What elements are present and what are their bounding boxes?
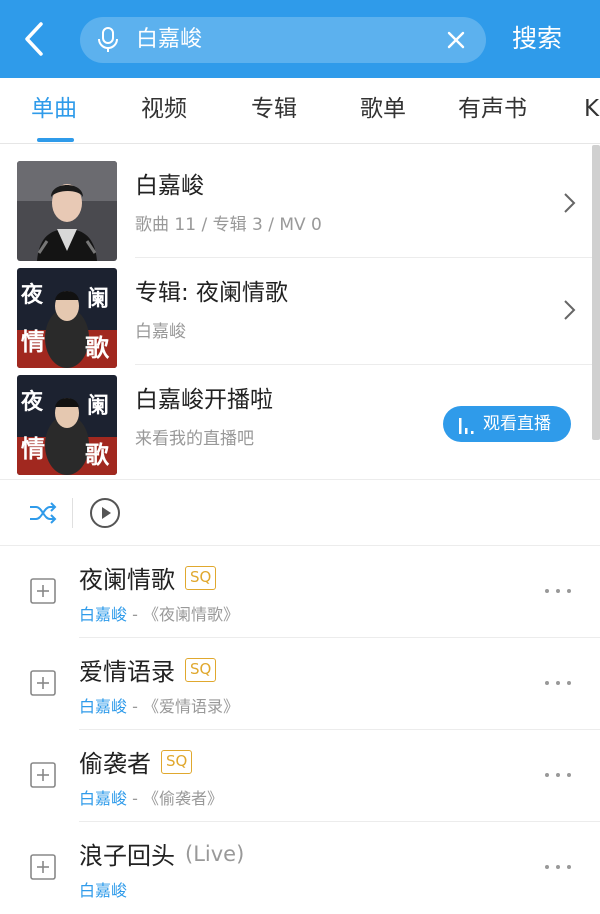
song-album: - 《偷袭者》	[127, 789, 223, 808]
more-options-icon[interactable]	[543, 584, 573, 598]
song-meta: 白嘉峻	[79, 877, 127, 901]
cover-char: 阑	[87, 393, 109, 419]
sq-badge: SQ	[161, 749, 193, 774]
divider	[72, 498, 73, 528]
live-cover: 夜 阑 情 歌	[17, 375, 117, 475]
song-album: - 《夜阑情歌》	[127, 605, 239, 624]
cover-char: 情	[21, 434, 45, 463]
live-subtitle: 来看我的直播吧	[135, 429, 254, 449]
add-song-icon[interactable]	[30, 670, 56, 696]
tab-playlists[interactable]: 歌单	[360, 78, 406, 144]
cover-char: 歌	[85, 333, 110, 362]
song-row[interactable]: 偷袭者 SQ 白嘉峻 - 《偷袭者》	[0, 730, 600, 822]
album-cover: 夜 阑 情 歌	[17, 268, 117, 368]
artist-name: 白嘉峻	[135, 173, 204, 199]
song-title: 浪子回头	[79, 842, 175, 870]
live-version-tag: (Live)	[185, 841, 245, 866]
album-title: 专辑: 夜阑情歌	[135, 280, 289, 306]
artist-stats: 歌曲 11 / 专辑 3 / MV 0	[135, 215, 322, 235]
live-bars-icon	[459, 418, 474, 434]
play-actions-bar	[0, 479, 600, 546]
live-result[interactable]: 夜 阑 情 歌 白嘉峻开播啦 来看我的直播吧 观看直播	[0, 366, 592, 475]
add-song-icon[interactable]	[30, 854, 56, 880]
more-options-icon[interactable]	[543, 860, 573, 874]
song-row[interactable]: 浪子回头 (Live) 白嘉峻	[0, 822, 600, 914]
tab-audiobooks[interactable]: 有声书	[458, 78, 527, 144]
album-result[interactable]: 夜 阑 情 歌 专辑: 夜阑情歌 白嘉峻	[0, 259, 592, 368]
voice-search-icon[interactable]	[94, 26, 122, 54]
header-bar: 搜索	[0, 0, 600, 78]
cover-char: 歌	[85, 440, 110, 469]
search-box[interactable]	[80, 17, 486, 63]
artist-avatar	[17, 161, 117, 261]
song-artist[interactable]: 白嘉峻	[79, 605, 127, 624]
live-title: 白嘉峻开播啦	[135, 387, 273, 413]
chevron-right-icon	[564, 193, 576, 213]
clear-search-icon[interactable]	[444, 28, 468, 52]
back-button[interactable]	[14, 18, 54, 60]
song-meta: 白嘉峻 - 《爱情语录》	[79, 693, 239, 717]
song-title-line: 浪子回头 (Live)	[79, 836, 244, 871]
add-song-icon[interactable]	[30, 762, 56, 788]
watch-live-button[interactable]: 观看直播	[443, 406, 571, 442]
song-title: 偷袭者	[79, 750, 151, 778]
song-title-line: 夜阑情歌 SQ	[79, 560, 217, 595]
category-tabs: 单曲 视频 专辑 歌单 有声书 K	[0, 78, 600, 144]
scrollbar[interactable]	[592, 145, 600, 440]
song-meta: 白嘉峻 - 《夜阑情歌》	[79, 601, 239, 625]
divider	[135, 257, 592, 258]
song-title-line: 爱情语录 SQ	[79, 652, 217, 687]
more-options-icon[interactable]	[543, 768, 573, 782]
song-title: 夜阑情歌	[79, 566, 175, 594]
search-input[interactable]	[136, 17, 436, 63]
song-row[interactable]: 爱情语录 SQ 白嘉峻 - 《爱情语录》	[0, 638, 600, 730]
cover-char: 夜	[20, 389, 44, 415]
song-album: - 《爱情语录》	[127, 697, 239, 716]
cover-char: 夜	[20, 282, 44, 308]
song-row[interactable]: 夜阑情歌 SQ 白嘉峻 - 《夜阑情歌》	[0, 546, 600, 638]
active-tab-indicator	[37, 138, 74, 142]
more-options-icon[interactable]	[543, 676, 573, 690]
song-artist[interactable]: 白嘉峻	[79, 881, 127, 900]
cover-char: 情	[21, 327, 45, 356]
watch-live-label: 观看直播	[483, 414, 551, 434]
cover-char: 阑	[87, 286, 109, 312]
back-arrow-icon	[25, 22, 43, 56]
search-button[interactable]: 搜索	[512, 0, 562, 78]
play-all-icon[interactable]	[89, 497, 121, 529]
tab-singles[interactable]: 单曲	[31, 78, 77, 144]
sq-badge: SQ	[185, 657, 217, 682]
divider	[135, 364, 592, 365]
song-artist[interactable]: 白嘉峻	[79, 697, 127, 716]
song-artist[interactable]: 白嘉峻	[79, 789, 127, 808]
chevron-right-icon	[564, 300, 576, 320]
artist-result[interactable]: 白嘉峻 歌曲 11 / 专辑 3 / MV 0	[0, 152, 592, 261]
tab-videos[interactable]: 视频	[141, 78, 187, 144]
song-title: 爱情语录	[79, 658, 175, 686]
tab-albums[interactable]: 专辑	[251, 78, 297, 144]
tab-karaoke[interactable]: K	[584, 78, 599, 144]
song-meta: 白嘉峻 - 《偷袭者》	[79, 785, 223, 809]
add-song-icon[interactable]	[30, 578, 56, 604]
sq-badge: SQ	[185, 565, 217, 590]
song-title-line: 偷袭者 SQ	[79, 744, 193, 779]
album-artist: 白嘉峻	[135, 322, 186, 342]
shuffle-icon[interactable]	[28, 500, 58, 526]
